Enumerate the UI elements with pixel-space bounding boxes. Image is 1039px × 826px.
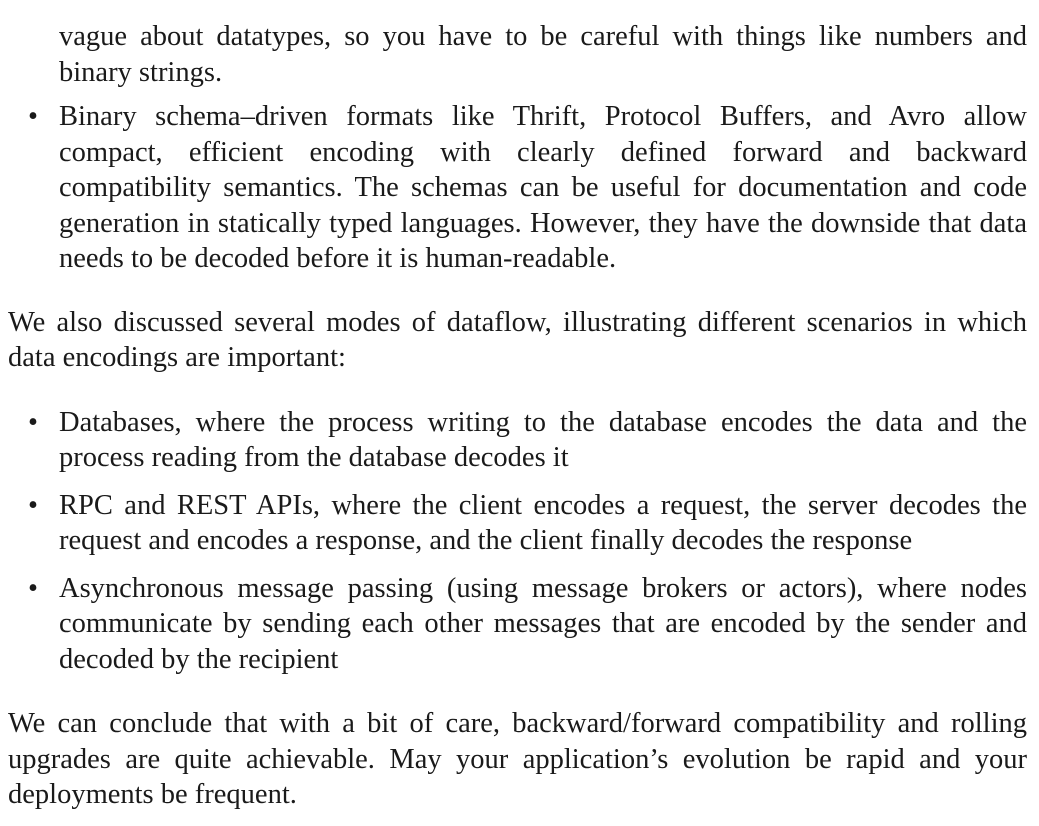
list-item-text: Databases, where the process writing to … (59, 406, 1027, 474)
paragraph-dataflow: We also discussed several modes of dataf… (8, 306, 1027, 374)
list-item: • Databases, where the process writing t… (8, 405, 1027, 476)
list-item: • Binary schema–driven formats like Thri… (8, 99, 1027, 277)
bullet-icon: • (28, 572, 38, 604)
list-item-text: Binary schema–driven formats like Thrift… (59, 101, 1027, 274)
paragraph-conclusion: We can conclude that with a bit of care,… (8, 708, 1027, 810)
list-item: • RPC and REST APIs, where the client en… (8, 488, 1027, 559)
list-item: • Asynchronous message passing (using me… (8, 571, 1027, 678)
list-item-text: RPC and REST APIs, where the client enco… (59, 489, 1027, 557)
document-page: vague about datatypes, so you have to be… (8, 19, 1027, 813)
list-item-text: Asynchronous message passing (using mess… (59, 572, 1027, 675)
bullet-icon: • (28, 101, 38, 132)
bullet-icon: • (28, 489, 38, 521)
format-list: • Binary schema–driven formats like Thri… (8, 99, 1027, 277)
continued-bullet-text: vague about datatypes, so you have to be… (59, 21, 1027, 88)
dataflow-list: • Databases, where the process writing t… (8, 405, 1027, 678)
bullet-icon: • (28, 406, 38, 438)
